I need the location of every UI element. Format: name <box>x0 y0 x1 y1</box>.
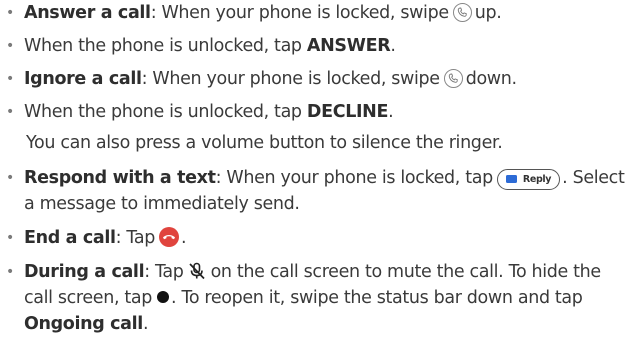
term-during-a-call: During a call <box>24 262 145 282</box>
message-icon <box>505 174 517 183</box>
reply-button: Reply <box>496 169 561 190</box>
bullet: • <box>6 5 14 21</box>
filled-circle-icon <box>157 291 170 303</box>
term-answer-a-call: Answer a call <box>24 3 151 23</box>
bullet: • <box>6 38 14 54</box>
term-ongoing-call: Ongoing call <box>24 314 143 334</box>
term-end-a-call: End a call <box>24 228 116 248</box>
bullet: • <box>6 104 14 120</box>
phone-icon <box>452 3 472 22</box>
end-call-icon <box>158 227 179 247</box>
term-answer: ANSWER <box>306 36 391 56</box>
term-ignore-a-call: Ignore a call <box>24 69 142 89</box>
bullet: • <box>6 71 14 87</box>
bullet: • <box>6 170 14 186</box>
mute-microphone-icon <box>188 262 206 280</box>
term-respond-with-text: Respond with a text <box>24 168 216 188</box>
term-decline: DECLINE <box>306 102 389 122</box>
bullet: • <box>6 264 14 280</box>
bullet: • <box>6 230 14 246</box>
phone-icon <box>443 69 463 88</box>
instruction-list: • Answer a call: When your phone is lock… <box>0 0 628 349</box>
